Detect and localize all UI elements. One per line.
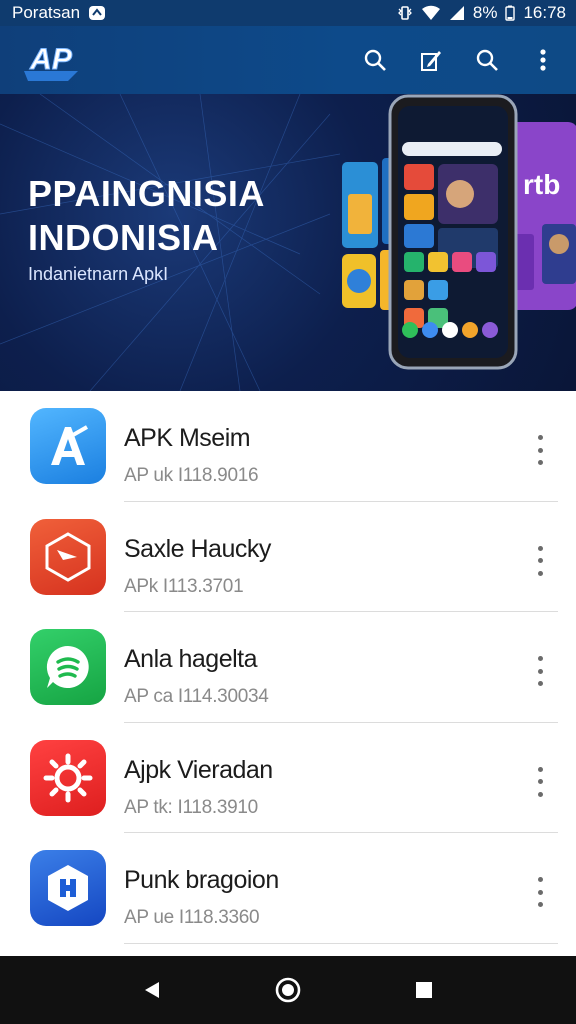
more-options-icon[interactable] — [528, 435, 552, 465]
home-button[interactable] — [268, 970, 308, 1010]
overflow-menu-button[interactable] — [530, 47, 556, 73]
banner-title-line2: INDONISIA — [28, 217, 219, 258]
system-nav-bar — [0, 956, 576, 1024]
carrier-label: Poratsan — [12, 3, 81, 22]
logo-text: AP — [29, 43, 73, 76]
sun-icon — [43, 753, 93, 803]
more-options-icon[interactable] — [528, 656, 552, 686]
hexagon-icon — [48, 865, 88, 912]
search-icon — [476, 49, 498, 71]
app-name: APK Mseim — [124, 424, 251, 452]
app-version: AP ca I114.30034 — [124, 686, 269, 707]
notification-icon — [88, 5, 106, 21]
a-letter-icon — [51, 425, 88, 466]
app-version: AP tk: I118.3910 — [124, 796, 258, 818]
list-item[interactable]: Anla hagelta AP ca I114.30034 — [0, 612, 576, 723]
edit-icon — [421, 51, 441, 71]
phone-illustration: rtb — [342, 94, 576, 370]
more-options-icon[interactable] — [528, 877, 552, 907]
app-icon — [30, 739, 106, 816]
list-item[interactable]: Ajpk Vieradan AP tk: I118.3910 — [0, 723, 576, 833]
search-icon — [364, 49, 386, 71]
app-icon — [30, 629, 106, 706]
list-item[interactable]: APK Mseim AP uk I118.9016 — [0, 391, 576, 502]
banner-title: PPAINGNISIA INDONISIA — [28, 172, 265, 260]
list-item[interactable]: Saxle Haucky APk I113.3701 — [0, 502, 576, 612]
divider — [124, 942, 558, 944]
app-version: AP ue I118.3360 — [124, 907, 260, 928]
signal-icon — [449, 5, 465, 21]
wifi-icon — [421, 5, 441, 21]
edit-button[interactable] — [418, 47, 444, 73]
banner-title-line1: PPAINGNISIA — [28, 173, 265, 214]
vibrate-icon — [397, 5, 413, 21]
search-button-2[interactable] — [474, 47, 500, 73]
more-options-icon[interactable] — [528, 766, 552, 797]
clock: 16:78 — [523, 3, 566, 22]
hero-banner[interactable]: PPAINGNISIA INDONISIA Indanietnarn ApkI … — [0, 94, 576, 391]
app-icon — [30, 408, 106, 485]
app-bar: AP — [0, 26, 576, 94]
app-name: Saxle Haucky — [124, 534, 271, 563]
back-triangle-icon — [145, 982, 159, 998]
battery-icon — [505, 5, 516, 21]
banner-subtitle: Indanietnarn ApkI — [28, 264, 169, 284]
app-list: APK Mseim AP uk I118.9016 Saxle Haucky A… — [0, 391, 576, 956]
play-arrow-icon — [45, 532, 91, 582]
chat-bubble-icon — [46, 646, 89, 689]
app-icon — [30, 518, 106, 595]
status-bar: Poratsan 8% 16:78 — [0, 0, 576, 26]
app-icon — [30, 850, 106, 927]
search-button[interactable] — [362, 47, 388, 73]
battery-label: 8% — [472, 3, 498, 22]
back-button[interactable] — [132, 970, 172, 1010]
app-version: APk I113.3701 — [124, 575, 244, 597]
list-item[interactable]: Punk bragoion AP ue I118.3360 — [0, 833, 576, 944]
recents-button[interactable] — [404, 970, 444, 1010]
app-version: AP uk I118.9016 — [124, 465, 259, 486]
home-circle-icon — [275, 977, 301, 1003]
side-card-text: rtb — [523, 169, 560, 200]
more-vertical-icon — [540, 49, 546, 71]
app-logo[interactable]: AP — [22, 37, 80, 83]
app-name: Ajpk Vieradan — [124, 755, 273, 784]
more-options-icon[interactable] — [528, 545, 552, 576]
app-name: Anla hagelta — [124, 645, 258, 673]
app-name: Punk bragoion — [124, 866, 279, 894]
recents-square-icon — [416, 982, 432, 998]
